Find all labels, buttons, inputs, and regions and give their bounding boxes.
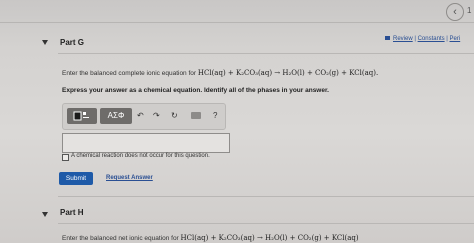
prompt-text: Enter the balanced net ionic equation fo… (62, 235, 179, 242)
reaction-equation: HCl(aq) + K₂CO₃(aq) → H₂O(l) + CO₂(g) + … (180, 234, 359, 242)
no-reaction-checkbox[interactable] (62, 154, 69, 161)
collapse-caret-icon[interactable] (42, 212, 48, 217)
undo-icon[interactable]: ↶ (137, 109, 144, 123)
template-icon (73, 111, 89, 121)
prompt-text: Enter the balanced complete ionic equati… (62, 70, 197, 77)
answer-input[interactable] (62, 133, 230, 153)
page-indicator: 1 (467, 6, 472, 15)
reset-icon[interactable]: ↻ (171, 109, 178, 123)
reaction-equation: HCl(aq) + K₂CO₃(aq) → H₂O(l) + CO₂(g) + … (197, 69, 379, 77)
submit-button[interactable]: Submit (59, 172, 93, 185)
part-h-divider (58, 223, 474, 224)
part-g-title: Part G (60, 38, 85, 47)
keyboard-icon[interactable] (191, 112, 201, 119)
symbols-button[interactable]: AΣΦ (100, 108, 132, 124)
link-separator: | (414, 36, 416, 42)
equation-toolbar: AΣΦ ↶ ↷ ↻ ? (62, 103, 226, 130)
help-icon[interactable]: ? (213, 109, 217, 123)
part-h-prompt: Enter the balanced net ionic equation fo… (62, 234, 359, 242)
no-reaction-label: A chemical reaction does not occur for t… (71, 153, 210, 159)
part-h-title: Part H (60, 208, 84, 217)
periodic-table-link[interactable]: Peri (450, 36, 461, 42)
chevron-left-icon: ‹ (453, 6, 457, 18)
top-divider (0, 22, 474, 23)
review-link[interactable]: Review (393, 36, 413, 42)
constants-link[interactable]: Constants (418, 36, 445, 42)
part-divider (58, 196, 474, 197)
resource-links: Review | Constants | Peri (385, 36, 460, 42)
review-icon (385, 36, 390, 41)
question-prompt: Enter the balanced complete ionic equati… (62, 69, 378, 77)
answer-instruction: Express your answer as a chemical equati… (62, 87, 329, 94)
part-g-divider (58, 53, 474, 54)
collapse-caret-icon[interactable] (42, 40, 48, 45)
redo-icon[interactable]: ↷ (153, 109, 160, 123)
request-answer-link[interactable]: Request Answer (106, 175, 153, 181)
back-button[interactable]: ‹ (446, 3, 464, 21)
link-separator: | (446, 36, 448, 42)
templates-button[interactable] (67, 108, 97, 124)
